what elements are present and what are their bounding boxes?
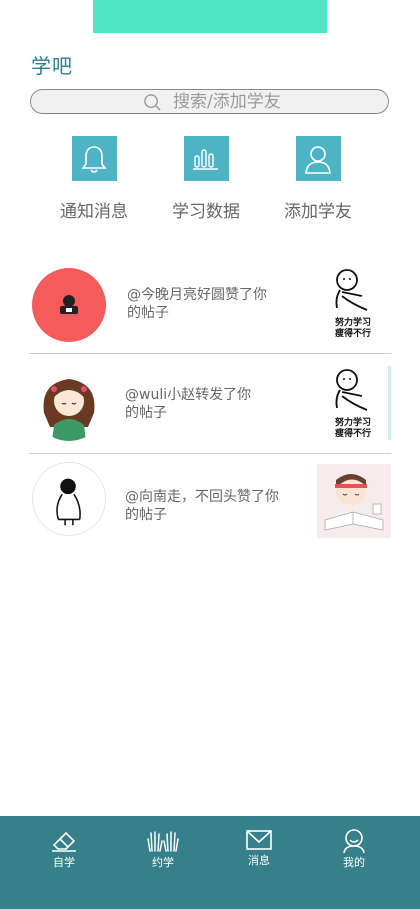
notification-feed: @今晚月亮好圆赞了你的帖子 努力学习 瘦得不行 @wuli小赵转发了你的帖子 努… xyxy=(29,254,391,554)
pencil-eraser-icon xyxy=(52,831,76,852)
feed-message: @wuli小赵转发了你的帖子 xyxy=(125,387,252,421)
study-data-tile[interactable] xyxy=(183,136,229,181)
studying-child-image xyxy=(324,474,384,531)
search-icon xyxy=(144,94,161,111)
notifications-button[interactable]: 通知消息 xyxy=(39,136,149,222)
avatar-image xyxy=(60,295,78,314)
tab-label: 我的 xyxy=(343,856,365,869)
user-icon xyxy=(305,145,331,174)
scroll-accent xyxy=(388,366,391,440)
thumbnail-caption: 瘦得不行 xyxy=(334,429,371,439)
thumbnail-caption: 努力学习 xyxy=(334,418,371,428)
thumbnail-caption: 努力学习 xyxy=(334,318,371,328)
study-data-label: 学习数据 xyxy=(172,202,240,222)
page-title: 学吧 xyxy=(31,54,73,78)
avatar-image xyxy=(56,478,81,526)
thumbnail-caption: 瘦得不行 xyxy=(334,329,371,339)
search-input[interactable]: 搜索/添加学友 xyxy=(30,89,389,114)
doodle-image xyxy=(335,269,368,311)
list-item[interactable]: @向南走，不回头赞了你的帖子 xyxy=(29,454,391,554)
tab-study-together[interactable]: 约学 xyxy=(133,829,193,870)
post-thumbnail[interactable]: 努力学习 瘦得不行 xyxy=(322,366,384,439)
doodle-image xyxy=(335,369,368,411)
tab-label: 约学 xyxy=(152,856,174,869)
feed-message: @今晚月亮好圆赞了你的帖子 xyxy=(127,287,267,321)
post-thumbnail[interactable] xyxy=(317,464,391,538)
feed-message: @向南走，不回头赞了你的帖子 xyxy=(125,489,279,523)
bottom-tab-bar: 自学 约学 消息 我的 xyxy=(0,816,420,909)
avatar-image xyxy=(43,379,95,441)
add-friend-label: 添加学友 xyxy=(284,202,352,222)
avatar[interactable] xyxy=(32,462,106,536)
list-item[interactable]: @今晚月亮好圆赞了你的帖子 努力学习 瘦得不行 xyxy=(29,254,391,354)
study-data-button[interactable]: 学习数据 xyxy=(151,136,261,222)
bar-chart-icon xyxy=(193,148,218,170)
hands-icon xyxy=(147,831,179,852)
envelope-icon xyxy=(246,830,272,850)
tab-label: 自学 xyxy=(53,856,75,869)
list-item[interactable]: @wuli小赵转发了你的帖子 努力学习 瘦得不行 xyxy=(29,354,391,454)
search-placeholder: 搜索/添加学友 xyxy=(173,92,281,112)
avatar[interactable] xyxy=(32,268,106,342)
bell-icon xyxy=(81,145,107,173)
person-icon xyxy=(343,829,365,853)
tab-mine[interactable]: 我的 xyxy=(324,829,384,870)
post-thumbnail[interactable]: 努力学习 瘦得不行 xyxy=(322,266,384,339)
avatar[interactable] xyxy=(32,367,106,441)
tab-messages[interactable]: 消息 xyxy=(229,829,289,868)
tab-label: 消息 xyxy=(248,854,270,867)
top-bar xyxy=(93,0,327,33)
notifications-label: 通知消息 xyxy=(60,202,128,222)
add-friend-button[interactable]: 添加学友 xyxy=(263,136,373,222)
notifications-tile[interactable] xyxy=(71,136,117,181)
add-friend-tile[interactable] xyxy=(295,136,341,181)
tab-self-study[interactable]: 自学 xyxy=(34,829,94,870)
